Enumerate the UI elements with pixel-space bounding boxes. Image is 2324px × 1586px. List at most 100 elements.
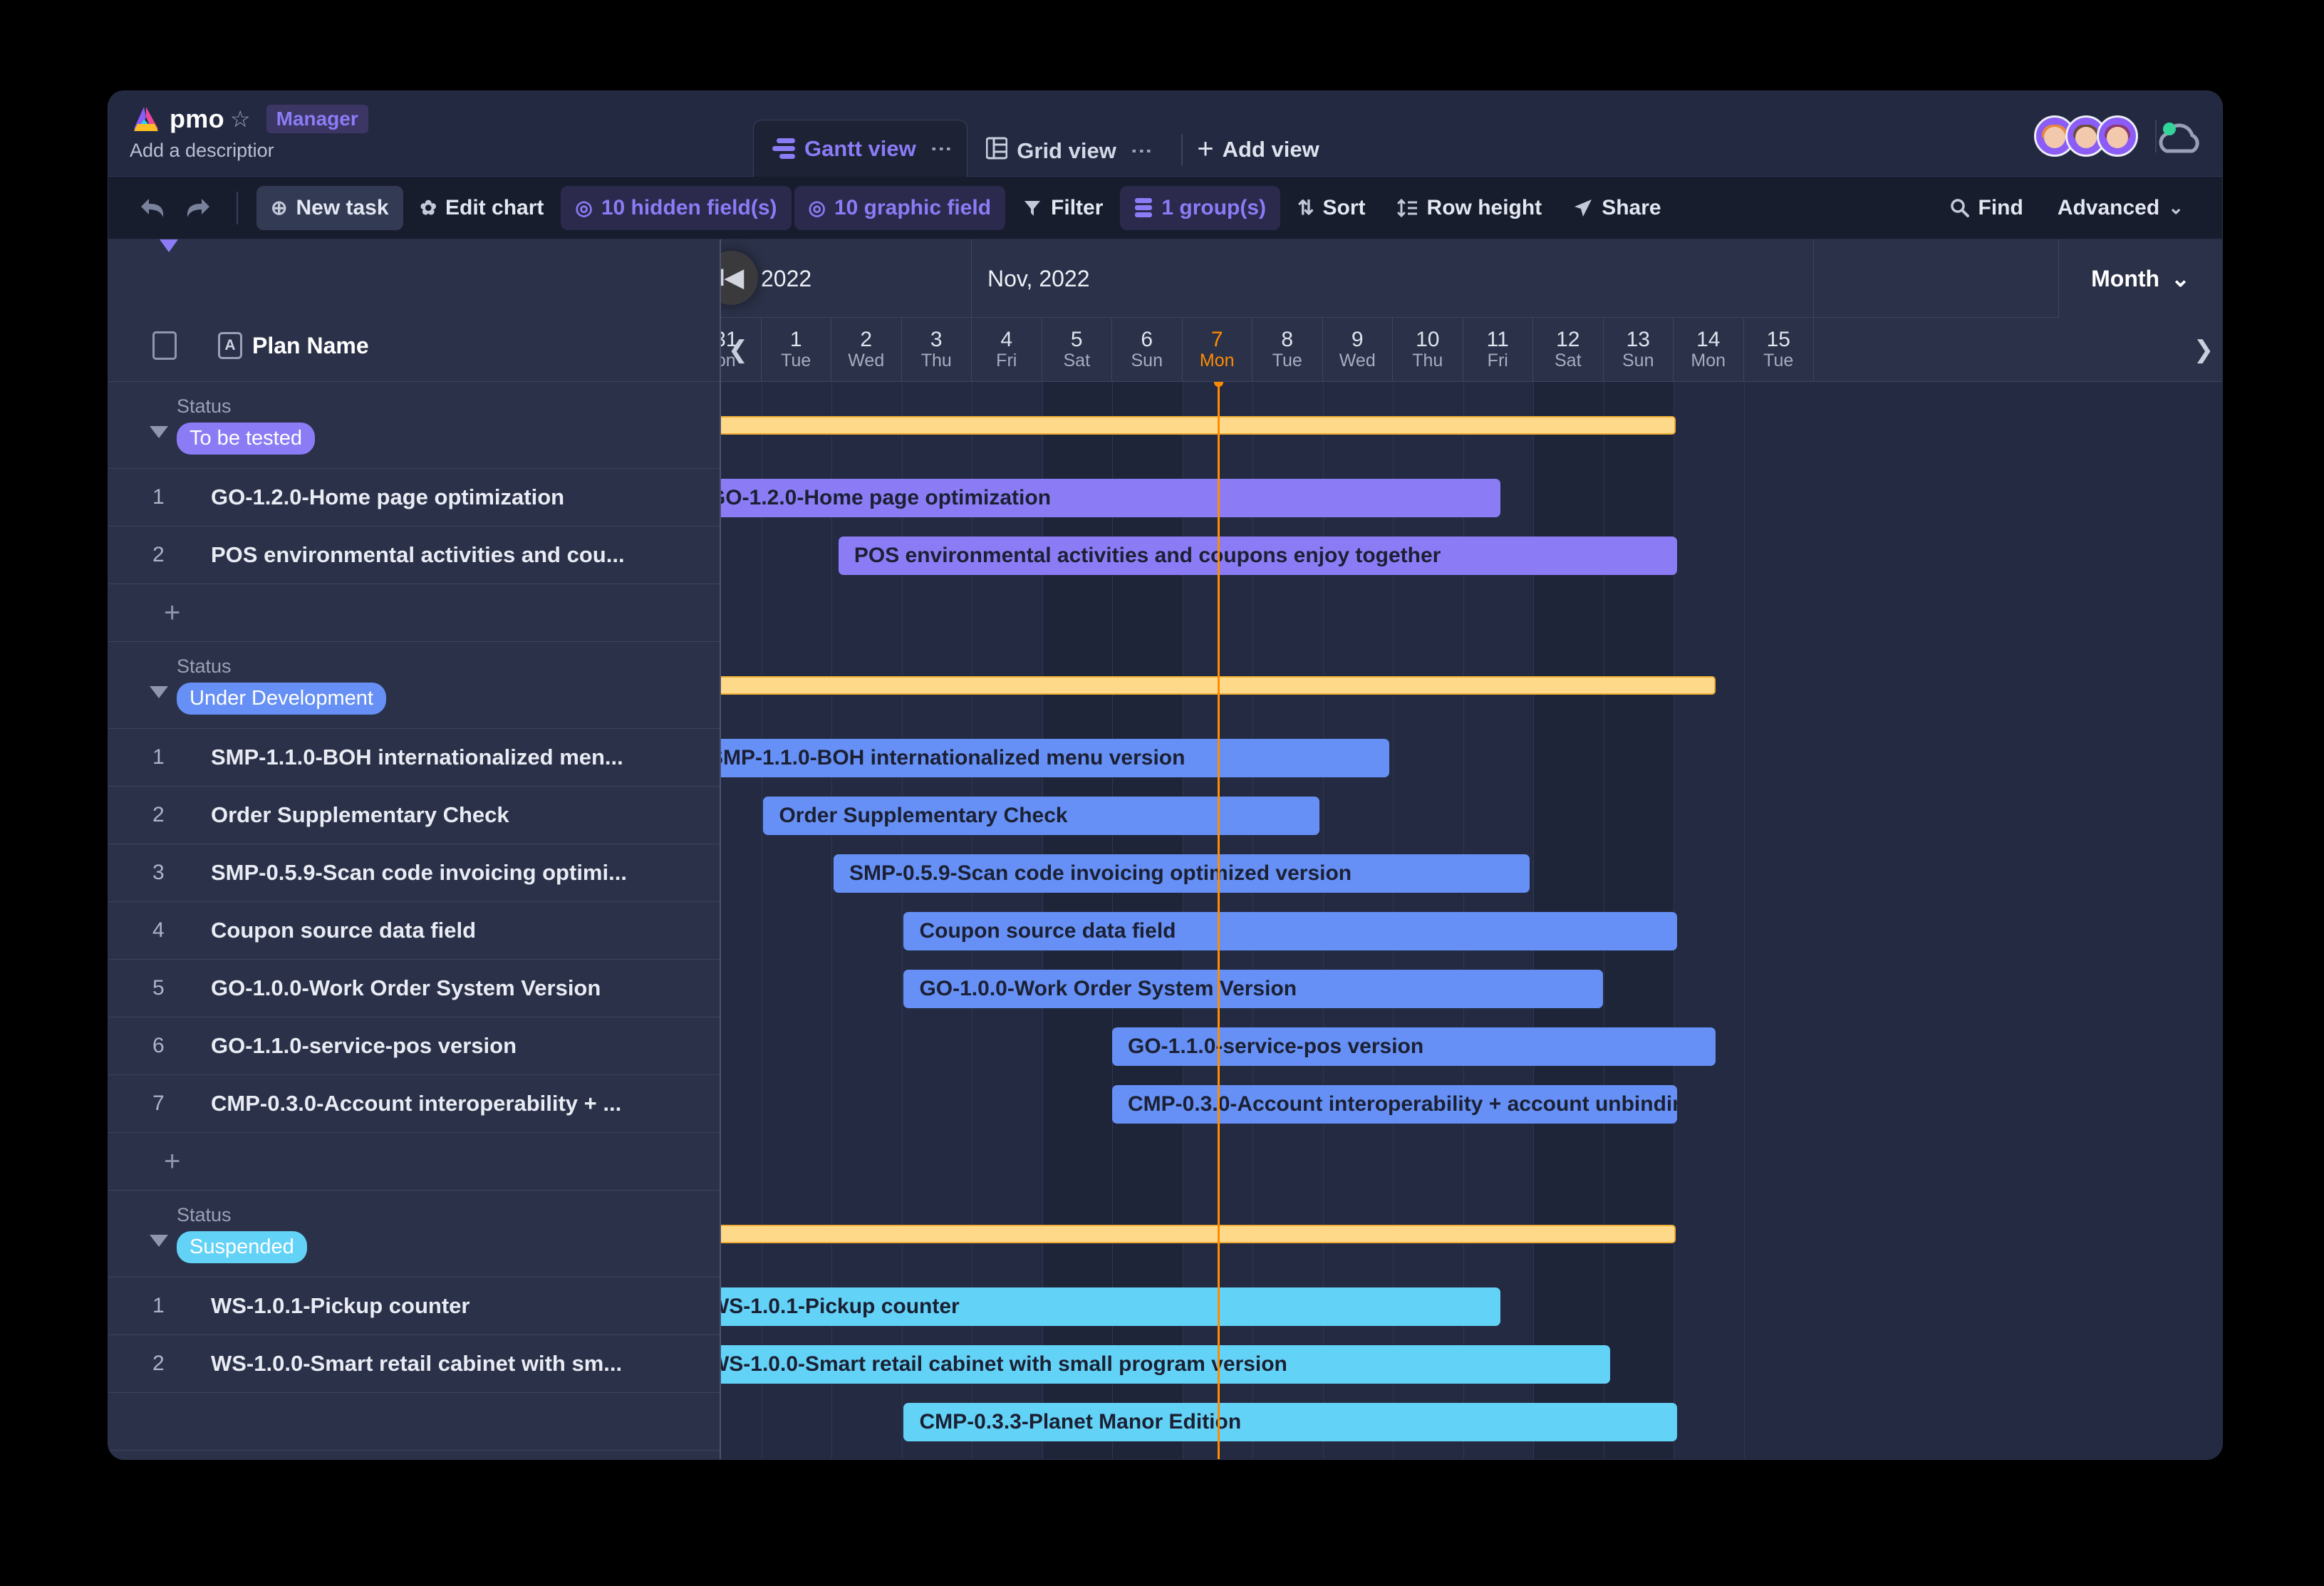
advanced-button[interactable]: Advanced ⌄ <box>2043 186 2198 230</box>
range-mode-selector[interactable]: Month ⌄ <box>2058 239 2222 318</box>
day-column-header[interactable]: 5 Sat <box>1042 318 1112 382</box>
row-height-button[interactable]: Row height <box>1383 186 1557 230</box>
eye-icon: ◎ <box>575 197 593 219</box>
day-column-header[interactable]: 15 Tue <box>1744 318 1814 382</box>
star-icon[interactable]: ☆ <box>230 108 251 130</box>
add-task-row[interactable]: + <box>108 1133 720 1191</box>
day-number: 13 <box>1626 327 1650 351</box>
gantt-task-bar[interactable]: WS-1.0.1-Pickup counter <box>721 1287 1500 1326</box>
day-column-header[interactable]: 8 Tue <box>1252 318 1323 382</box>
table-row[interactable]: 2 Order Supplementary Check <box>108 787 720 844</box>
gantt-task-bar[interactable]: GO-1.1.0-service-pos version <box>1112 1027 1716 1066</box>
gantt-task-bar[interactable]: CMP-0.3.3-Planet Manor Edition <box>903 1402 1677 1441</box>
month-label: 2022 <box>721 239 972 318</box>
task-name-cell[interactable]: GO-1.0.0-Work Order System Version <box>211 975 601 1001</box>
group-button[interactable]: 1 group(s) <box>1120 185 1281 230</box>
task-name-cell[interactable]: Order Supplementary Check <box>211 802 509 828</box>
cloud-sync-icon[interactable] <box>2152 120 2205 159</box>
gantt-task-bar[interactable]: SMP-0.5.9-Scan code invoicing optimized … <box>833 854 1530 893</box>
day-column-header[interactable]: 1 Tue <box>762 318 831 382</box>
group-summary-bar[interactable] <box>721 416 1676 435</box>
table-row[interactable]: 1 GO-1.2.0-Home page optimization <box>108 469 720 527</box>
day-column-header[interactable]: 6 Sun <box>1112 318 1183 382</box>
task-name-cell[interactable]: GO-1.1.0-service-pos version <box>211 1033 517 1059</box>
graphic-fields-label: 10 graphic field <box>834 195 992 219</box>
gantt-task-bar[interactable]: POS environmental activities and coupons… <box>838 536 1677 575</box>
gantt-task-bar[interactable]: WS-1.0.0-Smart retail cabinet with small… <box>721 1344 1611 1384</box>
day-column-header[interactable]: 11 Fri <box>1463 318 1533 382</box>
gantt-task-bar[interactable]: GO-1.2.0-Home page optimization <box>721 478 1500 517</box>
day-column-header[interactable]: 7 Mon <box>1183 318 1252 382</box>
table-row[interactable]: 1 WS-1.0.1-Pickup counter <box>108 1277 720 1335</box>
undo-button[interactable] <box>133 187 174 229</box>
day-column-header[interactable]: 12 Sat <box>1533 318 1604 382</box>
task-name-cell[interactable]: POS environmental activities and cou... <box>211 542 625 568</box>
table-row[interactable]: 1 SMP-1.1.0-BOH internationalized men... <box>108 729 720 787</box>
tab-gantt-menu-icon[interactable]: ⋮ <box>929 138 953 160</box>
task-name-cell[interactable]: SMP-1.1.0-BOH internationalized men... <box>211 745 623 770</box>
filter-button[interactable]: Filter <box>1008 186 1117 230</box>
collaborator-avatars[interactable] <box>2034 115 2138 157</box>
task-name-cell[interactable]: CMP-0.3.0-Account interoperability + ... <box>211 1091 621 1116</box>
collapse-caret-icon[interactable] <box>150 686 168 698</box>
gantt-chart-area[interactable]: GO-1.2.0-Home page optimization POS envir… <box>721 382 2222 1459</box>
day-weekday: Sat <box>1554 351 1582 371</box>
table-row[interactable]: 7 CMP-0.3.0-Account interoperability + ..… <box>108 1075 720 1133</box>
day-column-header[interactable]: 13 Sun <box>1604 318 1674 382</box>
day-column-header[interactable]: 14 Mon <box>1674 318 1744 382</box>
edit-chart-button[interactable]: ✿ Edit chart <box>406 186 559 230</box>
workspace: A Plan Name Status To be tested 1 GO-1.2.0-… <box>108 239 2222 1459</box>
tab-grid-view[interactable]: Grid view ⋮ <box>968 125 1167 177</box>
day-column-header[interactable]: 3 Thu <box>902 318 972 382</box>
group-header-row[interactable]: Status Under Development <box>108 642 720 729</box>
table-row[interactable]: 2 POS environmental activities and cou... <box>108 527 720 584</box>
task-name-cell[interactable]: WS-1.0.0-Smart retail cabinet with sm... <box>211 1351 622 1377</box>
table-row[interactable]: 3 SMP-0.5.9-Scan code invoicing optimi... <box>108 844 720 902</box>
task-name-cell[interactable]: GO-1.2.0-Home page optimization <box>211 484 564 510</box>
gantt-task-bar[interactable]: Coupon source data field <box>903 911 1677 950</box>
gantt-task-bar[interactable]: Order Supplementary Check <box>763 796 1319 835</box>
table-row[interactable]: 4 Coupon source data field <box>108 902 720 960</box>
group-field-label: Status <box>177 655 232 677</box>
task-name-cell[interactable]: WS-1.0.1-Pickup counter <box>211 1293 470 1319</box>
graphic-fields-button[interactable]: ◎ 10 graphic field <box>794 185 1006 230</box>
collapse-caret-icon[interactable] <box>150 426 168 438</box>
column-header-plan-name[interactable]: Plan Name <box>252 333 369 359</box>
gantt-task-bar[interactable]: CMP-0.3.0-Account interoperability + acc… <box>1112 1084 1677 1124</box>
table-row[interactable]: 6 GO-1.1.0-service-pos version <box>108 1017 720 1075</box>
gantt-task-bar[interactable]: SMP-1.1.0-BOH internationalized menu ver… <box>721 738 1390 777</box>
tab-grid-menu-icon[interactable]: ⋮ <box>1129 140 1153 162</box>
day-column-header[interactable]: 4 Fri <box>972 318 1042 382</box>
find-button[interactable]: Find <box>1936 186 2038 230</box>
add-task-row[interactable]: + <box>108 584 720 642</box>
description-input[interactable]: Add a descriptior <box>130 140 368 162</box>
day-column-header[interactable]: 9 Wed <box>1323 318 1393 382</box>
gantt-task-bar[interactable]: GO-1.0.0-Work Order System Version <box>903 969 1604 1008</box>
table-row[interactable]: 5 GO-1.0.0-Work Order System Version <box>108 960 720 1017</box>
collapse-caret-icon[interactable] <box>150 1235 168 1247</box>
day-column-header[interactable]: 2 Wed <box>831 318 902 382</box>
day-column-header[interactable]: 10 Thu <box>1393 318 1463 382</box>
select-all-checkbox[interactable] <box>152 331 177 360</box>
redo-button[interactable] <box>177 187 218 229</box>
group-field-label: Status <box>177 1204 232 1225</box>
new-task-button[interactable]: ⊕ New task <box>256 185 403 230</box>
table-row[interactable]: 2 WS-1.0.0-Smart retail cabinet with sm..… <box>108 1335 720 1393</box>
add-view-button[interactable]: + Add view <box>1197 133 1319 177</box>
task-name-cell[interactable]: Coupon source data field <box>211 918 476 943</box>
hidden-fields-button[interactable]: ◎ 10 hidden field(s) <box>561 185 792 230</box>
tab-gantt-view[interactable]: Gantt view ⋮ <box>753 120 968 177</box>
task-name-cell[interactable]: SMP-0.5.9-Scan code invoicing optimi... <box>211 860 627 886</box>
share-button[interactable]: Share <box>1559 186 1675 230</box>
group-header-row[interactable]: Status Suspended <box>108 1191 720 1277</box>
table-row[interactable] <box>108 1393 720 1451</box>
today-indicator-dot <box>1213 382 1223 387</box>
prev-period-button[interactable]: ❮ <box>722 318 754 382</box>
sort-button[interactable]: ⇅ Sort <box>1283 186 1379 230</box>
avatar[interactable] <box>2097 115 2138 157</box>
group-summary-bar[interactable] <box>721 1225 1676 1243</box>
day-weekday: Thu <box>1412 351 1443 371</box>
next-period-button[interactable]: ❯ <box>2188 318 2219 382</box>
group-header-row[interactable]: Status To be tested <box>108 382 720 469</box>
day-weekday: Fri <box>996 351 1017 371</box>
